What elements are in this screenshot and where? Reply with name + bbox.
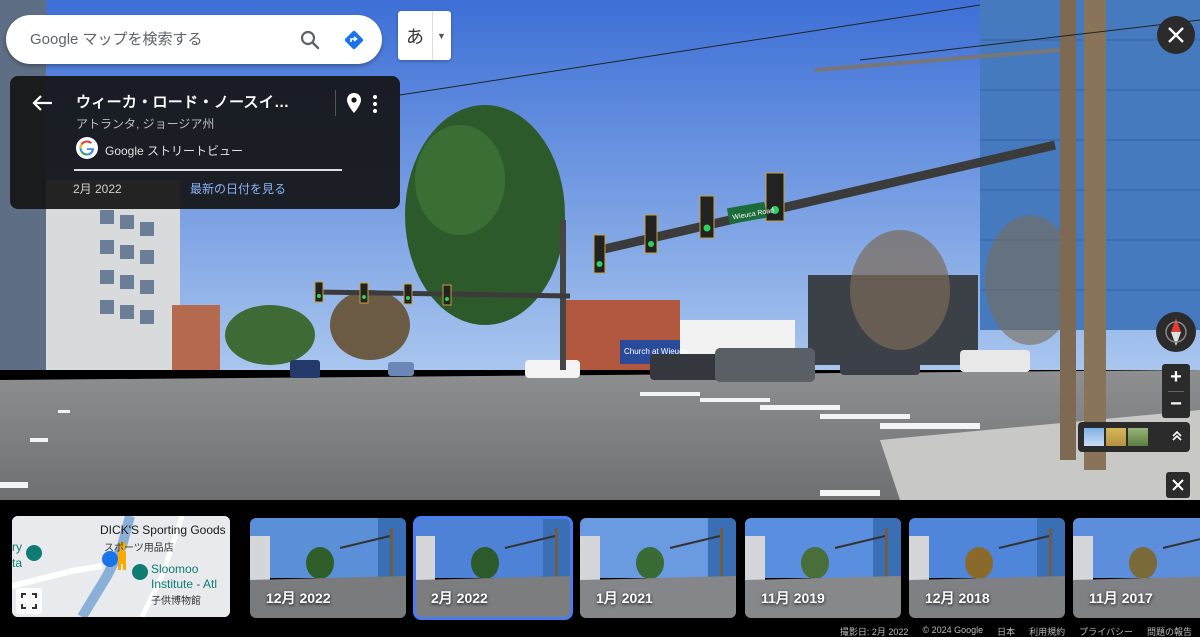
- map-pin-icon[interactable]: [346, 92, 362, 114]
- input-method-button[interactable]: あ ▼: [398, 11, 451, 60]
- layers-toggle[interactable]: [1078, 422, 1190, 452]
- input-method-dropdown-icon[interactable]: ▼: [432, 11, 450, 60]
- timeline-thumbnail[interactable]: 1月 2021: [580, 518, 736, 618]
- google-logo-icon: [76, 137, 98, 159]
- see-latest-date-link[interactable]: 最新の日付を見る: [190, 180, 286, 197]
- timeline-thumbnail[interactable]: 2月 2022: [413, 516, 573, 620]
- timeline-thumbnail[interactable]: 11月 2017: [1073, 518, 1200, 618]
- input-method-char: あ: [406, 26, 424, 47]
- timeline-thumbnail[interactable]: 12月 2018: [909, 518, 1065, 618]
- expand-up-icon[interactable]: [1164, 429, 1190, 445]
- zoom-in-button[interactable]: +: [1162, 364, 1190, 391]
- timeline-date-label: 11月 2017: [1089, 590, 1153, 606]
- church-sign-text: Church at Wieuca: [624, 347, 688, 356]
- footer-report-link[interactable]: 問題の報告: [1147, 625, 1192, 637]
- search-icon[interactable]: [288, 18, 332, 62]
- search-box: [6, 15, 382, 64]
- map-label-left-1: ry: [12, 540, 22, 554]
- back-arrow-icon[interactable]: [32, 94, 54, 112]
- street-view-app: Wieuca Road Church at Wieuca あ ▼ ウィーカ・ロー…: [0, 0, 1200, 637]
- place-title: ウィーカ・ロード・ノースイ…: [76, 94, 290, 111]
- layer-thumb-sand: [1106, 428, 1126, 446]
- compass-icon: [1165, 318, 1187, 346]
- timeline-thumbnail[interactable]: 12月 2022: [250, 518, 406, 618]
- footer-copyright: © 2024 Google: [922, 625, 984, 635]
- timeline-date-label: 11月 2019: [761, 590, 825, 606]
- footer-terms-link[interactable]: 利用規約: [1029, 625, 1065, 637]
- close-street-view-button[interactable]: [1157, 16, 1195, 54]
- divider: [74, 169, 342, 171]
- map-label-museum-2: Institute - Atl: [151, 577, 218, 591]
- footer-country-link[interactable]: 日本: [997, 625, 1015, 637]
- map-label-museum: Sloomoo: [151, 562, 199, 576]
- map-label-store-type: スポーツ用品店: [104, 543, 174, 554]
- timeline-thumbnail[interactable]: 11月 2019: [745, 518, 901, 618]
- compass-button[interactable]: [1156, 312, 1196, 352]
- more-options-icon[interactable]: [370, 94, 380, 114]
- timeline-date-label: 1月 2021: [596, 590, 653, 606]
- layer-thumb-field: [1128, 428, 1148, 446]
- close-timeline-button[interactable]: [1166, 472, 1190, 498]
- zoom-out-button[interactable]: −: [1162, 391, 1190, 418]
- map-label-store: DICK'S Sporting Goods: [100, 523, 226, 537]
- place-subtitle: アトランタ, ジョージア州: [76, 117, 215, 131]
- street-view-source-label: Google ストリートビュー: [105, 144, 244, 158]
- map-label-museum-type: 子供博物館: [151, 596, 201, 607]
- timeline-date-label: 12月 2018: [925, 590, 990, 606]
- directions-icon[interactable]: [332, 18, 376, 62]
- layer-thumb-sky: [1084, 428, 1104, 446]
- street-view-panorama[interactable]: Wieuca Road Church at Wieuca: [0, 0, 1200, 500]
- timeline-date-label: 12月 2022: [266, 590, 331, 606]
- minimap[interactable]: DICK'S Sporting Goods スポーツ用品店 Sloomoo In…: [12, 516, 230, 617]
- divider: [335, 90, 336, 116]
- place-info-card: ウィーカ・ロード・ノースイ… アトランタ, ジョージア州 Google ストリー…: [10, 76, 400, 209]
- timeline-date-label: 2月 2022: [431, 590, 488, 606]
- footer: 撮影日: 2月 2022 © 2024 Google 日本 利用規約 プライバシ…: [840, 625, 1192, 637]
- search-input[interactable]: [30, 31, 288, 48]
- expand-map-button[interactable]: [16, 588, 42, 614]
- close-icon: [1168, 27, 1184, 43]
- fullscreen-icon: [21, 593, 37, 609]
- map-label-left-2: ta: [12, 556, 23, 570]
- close-icon: [1172, 479, 1184, 491]
- footer-privacy-link[interactable]: プライバシー: [1079, 625, 1133, 637]
- capture-date: 2月 2022: [73, 182, 122, 196]
- zoom-control: + −: [1162, 364, 1190, 418]
- footer-capture-date: 撮影日: 2月 2022: [839, 627, 909, 637]
